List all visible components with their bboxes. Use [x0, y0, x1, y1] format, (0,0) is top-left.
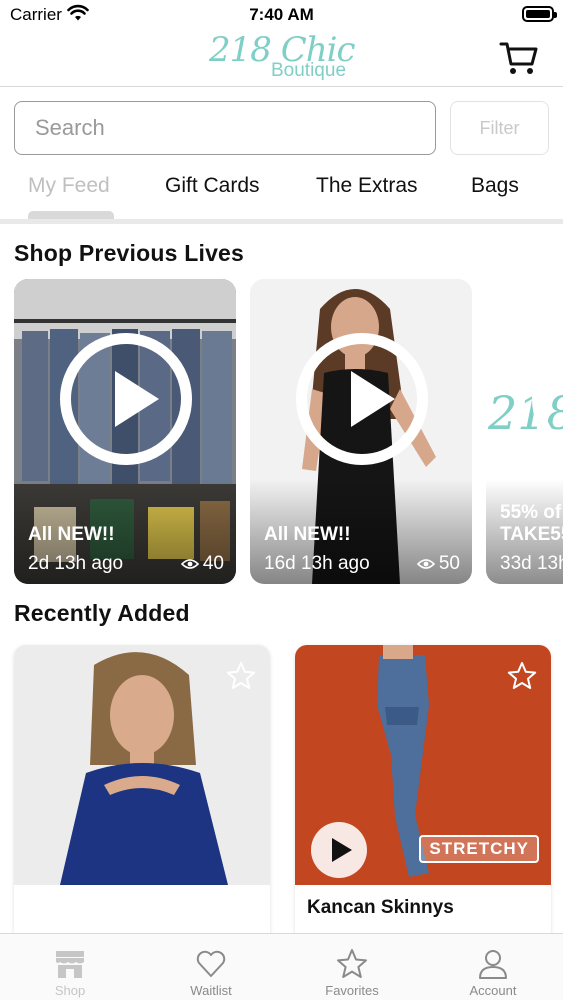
- filter-button[interactable]: Filter: [450, 101, 549, 155]
- favorite-star-icon[interactable]: [226, 661, 256, 691]
- battery-icon: [522, 6, 557, 22]
- tabbar-label: Account: [469, 983, 517, 998]
- product-card[interactable]: STRETCHY Kancan Skinnys: [295, 645, 551, 945]
- store-icon: [56, 951, 84, 978]
- live-view-count: 50: [438, 553, 460, 574]
- heart-icon: [196, 950, 226, 977]
- live-title: All NEW!!: [264, 524, 351, 545]
- favorite-star-icon[interactable]: [507, 661, 537, 691]
- tab-gift-cards[interactable]: Gift Cards: [165, 174, 260, 198]
- tab-bags[interactable]: Bags: [471, 174, 519, 198]
- product-card[interactable]: [14, 645, 270, 945]
- live-card[interactable]: 218 55% of TAKE55 33d 13h: [486, 279, 563, 584]
- tabbar-label: Waitlist: [190, 983, 232, 998]
- live-time: 2d 13h ago: [28, 553, 124, 574]
- boutique-logo[interactable]: 218 Chic Boutique: [205, 30, 365, 85]
- live-card[interactable]: All NEW!! 16d 13h ago 50: [250, 279, 472, 584]
- live-title: 55% of TAKE55: [500, 502, 563, 545]
- status-bar: Carrier 7:40 AM: [0, 0, 563, 30]
- eye-icon: [416, 559, 435, 569]
- tabbar-shop[interactable]: Shop: [0, 934, 140, 1000]
- category-tabs: My Feed Gift Cards The Extras Bags: [0, 160, 563, 220]
- tabbar-label: Favorites: [325, 983, 379, 998]
- tabbar-waitlist[interactable]: Waitlist: [141, 934, 281, 1000]
- product-name[interactable]: Kancan Skinnys: [307, 897, 454, 919]
- bottom-tab-bar: Shop Waitlist Favorites Account: [0, 933, 563, 1000]
- shop-screen: Carrier 7:40 AM 218 Chic Boutique Search…: [0, 0, 563, 1000]
- app-header: 218 Chic Boutique: [0, 30, 563, 87]
- play-icon[interactable]: [60, 333, 192, 465]
- tab-the-extras[interactable]: The Extras: [316, 174, 418, 198]
- tabbar-favorites[interactable]: Favorites: [282, 934, 422, 1000]
- live-view-count: 40: [202, 553, 224, 574]
- live-time: 33d 13h: [500, 553, 563, 574]
- tab-my-feed[interactable]: My Feed: [28, 174, 110, 198]
- tabs-divider: [0, 219, 563, 224]
- search-input[interactable]: Search: [14, 101, 436, 155]
- live-views: 40: [180, 553, 224, 575]
- cart-icon[interactable]: [499, 38, 539, 78]
- section-title-recently-added: Recently Added: [14, 600, 190, 626]
- section-title-previous-lives: Shop Previous Lives: [14, 240, 245, 266]
- logo-subtitle: Boutique: [271, 60, 347, 81]
- status-time: 7:40 AM: [249, 5, 314, 24]
- tabbar-account[interactable]: Account: [423, 934, 563, 1000]
- star-icon: [337, 949, 367, 978]
- person-icon: [479, 950, 507, 979]
- eye-icon: [180, 559, 199, 569]
- play-icon[interactable]: [296, 333, 428, 465]
- live-time: 16d 13h ago: [264, 553, 370, 574]
- live-views: 50: [416, 553, 460, 575]
- product-badge: STRETCHY: [419, 835, 539, 863]
- live-card[interactable]: All NEW!! 2d 13h ago 40: [14, 279, 236, 584]
- video-play-button[interactable]: [311, 822, 367, 878]
- tabbar-label: Shop: [54, 983, 86, 998]
- live-title: All NEW!!: [28, 524, 115, 545]
